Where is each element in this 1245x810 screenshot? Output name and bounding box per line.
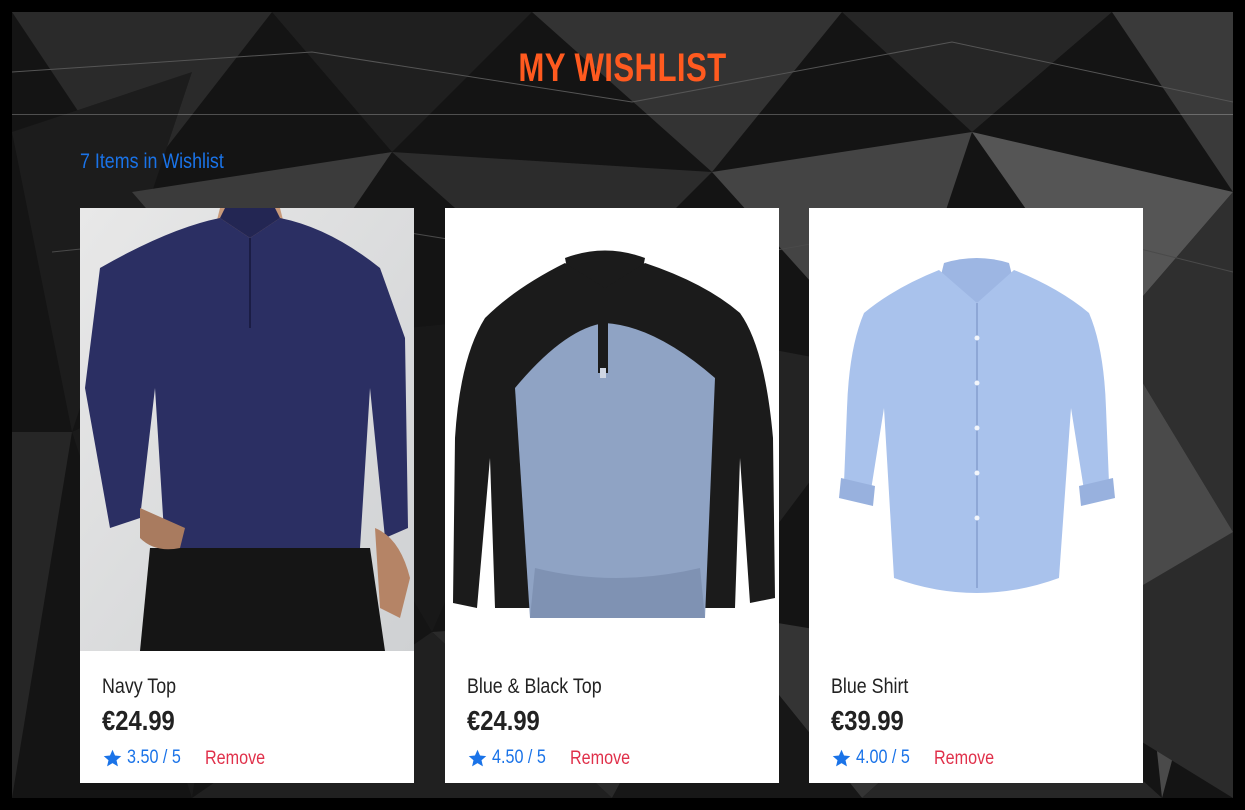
star-icon [103, 749, 122, 766]
product-price: €24.99 [467, 705, 540, 736]
product-name[interactable]: Navy Top [102, 675, 176, 699]
product-price: €24.99 [102, 705, 175, 736]
star-icon [832, 749, 851, 766]
rating-value: 4.50 / 5 [492, 747, 546, 768]
product-image-blue-shirt[interactable] [809, 208, 1143, 651]
wishlist-page: MY WISHLIST 7 Items in Wishlist Navy Top… [12, 12, 1233, 798]
product-name[interactable]: Blue & Black Top [467, 675, 602, 699]
product-image-navy-top[interactable] [80, 208, 414, 651]
rating-value: 4.00 / 5 [856, 747, 910, 768]
product-name[interactable]: Blue Shirt [831, 675, 908, 699]
wishlist-card-blue-shirt[interactable]: Blue Shirt €39.99 4.00 / 5 Remove [809, 208, 1143, 783]
star-icon [468, 749, 487, 766]
header-divider [12, 114, 1233, 115]
remove-button[interactable]: Remove [934, 748, 994, 770]
wishlist-card-navy-top[interactable]: Navy Top €24.99 3.50 / 5 Remove [80, 208, 414, 783]
product-image-blue-black-top[interactable] [445, 208, 779, 651]
product-price: €39.99 [831, 705, 904, 736]
product-rating: 3.50 / 5 [102, 746, 201, 770]
rating-value: 3.50 / 5 [127, 747, 181, 768]
page-title: MY WISHLIST [518, 46, 727, 90]
product-rating: 4.00 / 5 [831, 746, 930, 770]
wishlist-card-blue-black-top[interactable]: Blue & Black Top €24.99 4.50 / 5 Remove [445, 208, 779, 783]
remove-button[interactable]: Remove [205, 748, 265, 770]
remove-button[interactable]: Remove [570, 748, 630, 770]
product-rating: 4.50 / 5 [467, 746, 566, 770]
wishlist-count: 7 Items in Wishlist [80, 150, 224, 173]
